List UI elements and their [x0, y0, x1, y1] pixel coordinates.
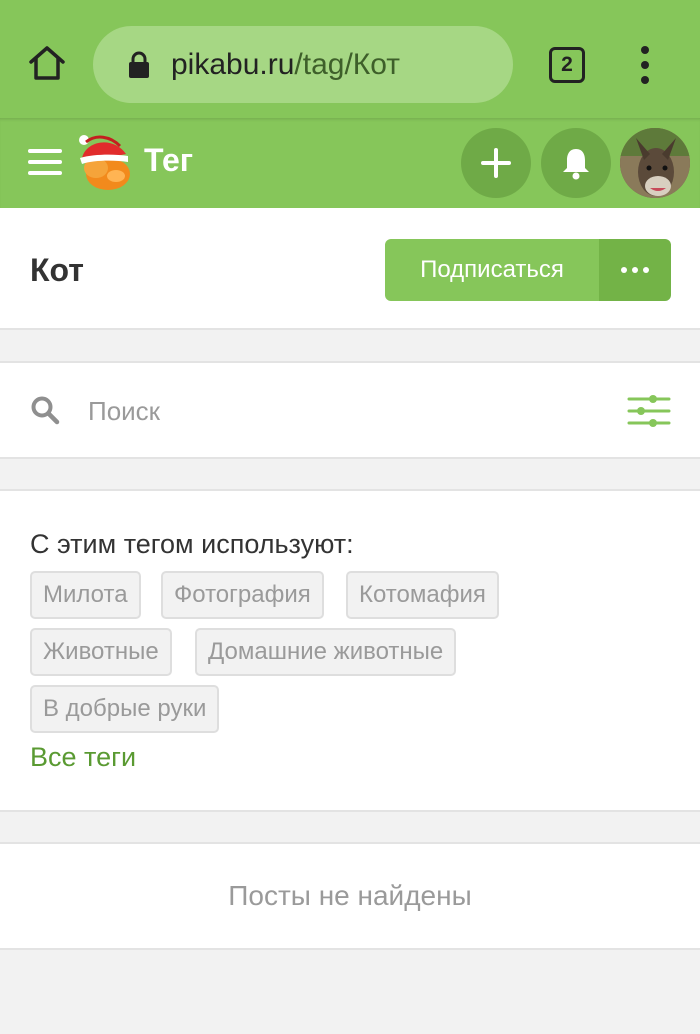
related-tags-section: С этим тегом используют: Милота Фотограф…: [0, 489, 700, 812]
url-host: pikabu.ru: [171, 47, 295, 81]
add-post-button[interactable]: [461, 128, 531, 198]
browser-menu-button[interactable]: [628, 40, 662, 90]
subscribe-button[interactable]: Подписаться: [385, 239, 599, 301]
home-icon: [29, 46, 65, 80]
plus-icon: [481, 148, 511, 178]
subscribe-group: Подписаться: [385, 239, 671, 301]
all-tags-link[interactable]: Все теги: [30, 742, 136, 773]
address-bar[interactable]: pikabu.ru/tag/Кот: [93, 26, 513, 103]
url-text: pikabu.ru/tag/Кот: [171, 48, 400, 82]
tag-chip[interactable]: Милота: [30, 571, 141, 619]
header-title: Тег: [144, 142, 194, 178]
tag-chip[interactable]: Котомафия: [346, 571, 499, 619]
notifications-button[interactable]: [541, 128, 611, 198]
empty-message: Посты не найдены: [228, 880, 472, 911]
tab-count: 2: [561, 53, 573, 76]
url-path: /tag/Кот: [294, 47, 401, 81]
more-vert-icon: [641, 46, 649, 54]
search-bar: [0, 361, 700, 459]
bell-icon: [563, 149, 589, 180]
tag-chip[interactable]: Фотография: [161, 571, 324, 619]
site-header: Тег: [0, 118, 700, 208]
search-icon: [31, 396, 60, 425]
tag-chip[interactable]: В добрые руки: [30, 685, 220, 733]
more-horiz-icon: [621, 267, 627, 273]
empty-state: Посты не найдены: [0, 842, 700, 950]
tag-header: Кот Подписаться: [0, 208, 700, 330]
filter-icon[interactable]: [627, 393, 671, 429]
related-tags-title: С этим тегом используют:: [30, 529, 354, 559]
more-options-button[interactable]: [599, 239, 671, 301]
tag-chip[interactable]: Домашние животные: [195, 628, 457, 676]
tag-chip[interactable]: Животные: [30, 628, 172, 676]
logo-icon[interactable]: [76, 132, 134, 194]
avatar[interactable]: [620, 128, 690, 198]
search-input[interactable]: [88, 391, 588, 431]
hamburger-icon[interactable]: [28, 149, 62, 175]
page-title: Кот: [30, 252, 84, 288]
lock-icon: [127, 50, 151, 80]
tabs-button[interactable]: 2: [549, 47, 585, 83]
browser-toolbar: pikabu.ru/tag/Кот 2: [0, 0, 700, 118]
home-button[interactable]: [24, 40, 70, 86]
